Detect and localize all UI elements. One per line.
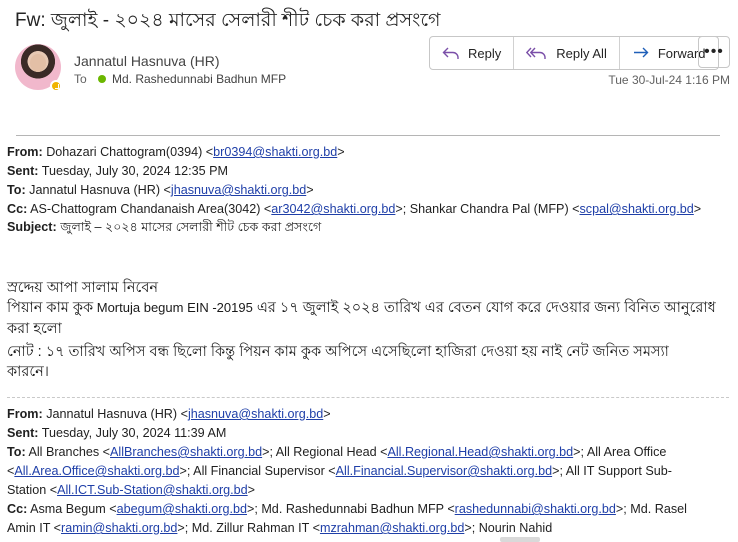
fwd1-from-line: From: Dohazari Chattogram(0394) <br0394@… xyxy=(7,145,345,159)
reply-all-button[interactable]: Reply All xyxy=(514,37,620,69)
fwd1-cc-line: Cc: AS-Chattogram Chandanaish Area(3042)… xyxy=(7,202,702,216)
fwd2-cc-line-2: Amin IT <ramin@shakti.org.bd>; Md. Zillu… xyxy=(7,521,553,535)
more-actions-button[interactable]: ••• xyxy=(698,36,730,68)
forward-icon xyxy=(633,47,649,58)
forward-separator xyxy=(7,397,729,398)
fwd2-to-line-1: To: All Branches <AllBranches@shakti.org… xyxy=(7,445,667,459)
email-subject: Fw: জুলাই - ২০২৪ মাসের সেলারী শীট চেক কর… xyxy=(15,10,441,31)
message-line-2: করা হলো xyxy=(7,321,62,337)
fwd1-from-email-link[interactable]: br0394@shakti.org.bd xyxy=(213,145,337,159)
fwd2-to-email-link-3[interactable]: All.Area.Office@shakti.org.bd xyxy=(14,464,179,478)
fwd1-subject-line: Subject: জুলাই – ২০২৪ মাসের সেলারী শীট চ… xyxy=(7,220,322,234)
fwd2-cc-email-link-2[interactable]: rashedunnabi@shakti.org.bd xyxy=(455,502,616,516)
fwd2-to-email-link-5[interactable]: All.ICT.Sub-Station@shakti.org.bd xyxy=(57,483,248,497)
fwd2-to-email-link-2[interactable]: All.Regional.Head@shakti.org.bd xyxy=(387,445,573,459)
fwd2-cc-email-link-4[interactable]: mzrahman@shakti.org.bd xyxy=(320,521,464,535)
fwd2-to-line-3: Station <All.ICT.Sub-Station@shakti.org.… xyxy=(7,483,256,497)
fwd2-sent-line: Sent: Tuesday, July 30, 2024 11:39 AM xyxy=(7,426,227,440)
to-label: To xyxy=(74,72,87,86)
fwd2-from-line: From: Jannatul Hasnuva (HR) <jhasnuva@sh… xyxy=(7,407,331,421)
presence-away-icon xyxy=(50,80,62,92)
message-line-3: নোট : ১৭ তারিখ অপিস বন্ধ ছিলো কিন্তু পিয… xyxy=(7,344,669,360)
fwd2-cc-line-1: Cc: Asma Begum <abegum@shakti.org.bd>; M… xyxy=(7,502,687,516)
recipient-presence-icon xyxy=(98,75,106,83)
fwd2-to-line-2: <All.Area.Office@shakti.org.bd>; All Fin… xyxy=(7,464,672,478)
message-line-1: পিয়ান কাম কুক Mortuja begum EIN -20195 … xyxy=(7,300,716,316)
horizontal-scrollbar[interactable] xyxy=(500,537,540,542)
divider xyxy=(16,135,720,136)
fwd1-to-email-link[interactable]: jhasnuva@shakti.org.bd xyxy=(171,183,306,197)
fwd1-to-line: To: Jannatul Hasnuva (HR) <jhasnuva@shak… xyxy=(7,183,314,197)
reply-label: Reply xyxy=(468,45,502,61)
fwd1-sent-line: Sent: Tuesday, July 30, 2024 12:35 PM xyxy=(7,164,228,178)
message-line-4: কারনে। xyxy=(7,364,49,380)
fwd1-cc1-email-link[interactable]: ar3042@shakti.org.bd xyxy=(271,202,395,216)
to-recipient[interactable]: Md. Rashedunnabi Badhun MFP xyxy=(112,72,286,86)
fwd1-cc2-email-link[interactable]: scpal@shakti.org.bd xyxy=(580,202,694,216)
fwd2-to-email-link-4[interactable]: All.Financial.Supervisor@shakti.org.bd xyxy=(336,464,552,478)
sent-date: Tue 30-Jul-24 1:16 PM xyxy=(608,73,730,87)
reply-icon xyxy=(442,47,459,59)
fwd2-from-email-link[interactable]: jhasnuva@shakti.org.bd xyxy=(188,407,323,421)
fwd2-cc-email-link-3[interactable]: ramin@shakti.org.bd xyxy=(61,521,177,535)
reply-button[interactable]: Reply xyxy=(430,37,515,69)
reply-all-label: Reply All xyxy=(556,45,607,61)
reply-all-icon xyxy=(526,47,546,59)
fwd2-to-email-link-1[interactable]: AllBranches@shakti.org.bd xyxy=(110,445,262,459)
reply-button-group: Reply Reply All Forward xyxy=(429,36,719,70)
sender-name[interactable]: Jannatul Hasnuva (HR) xyxy=(74,53,220,69)
fwd2-cc-email-link-1[interactable]: abegum@shakti.org.bd xyxy=(117,502,247,516)
